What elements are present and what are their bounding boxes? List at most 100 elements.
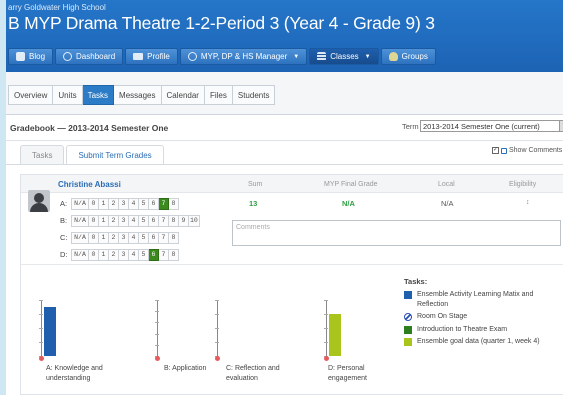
- grade-option[interactable]: 0: [89, 231, 99, 244]
- globe-icon: [187, 52, 197, 61]
- legend-item: Introduction to Theatre Exam: [404, 325, 563, 335]
- chart-tick: [39, 328, 43, 329]
- nav-blog-button[interactable]: Blog: [8, 48, 54, 65]
- grade-option[interactable]: 6: [149, 231, 159, 244]
- legend-swatch: [404, 338, 412, 346]
- criterion-label: C:: [60, 233, 68, 242]
- grid-icon: [317, 52, 327, 61]
- grade-option[interactable]: 0: [89, 214, 99, 227]
- nav-groups-button[interactable]: Groups: [380, 48, 436, 65]
- chart-tick: [155, 333, 159, 335]
- criterion-label: D:: [60, 250, 68, 259]
- comments-textarea[interactable]: Comments: [232, 220, 561, 246]
- grade-option[interactable]: 6: [149, 214, 159, 227]
- grade-option[interactable]: 2: [109, 248, 119, 261]
- grade-option[interactable]: 3: [119, 248, 129, 261]
- grade-option[interactable]: 5: [139, 214, 149, 227]
- criterion-row: C: N/A 0 1 2 3 4 5 6 7 8: [60, 231, 179, 244]
- tab-files[interactable]: Files: [204, 85, 233, 105]
- show-comments-label: Show Comments: [509, 147, 563, 154]
- grade-option[interactable]: 10: [189, 214, 200, 227]
- comment-icon: [501, 147, 507, 154]
- grade-option[interactable]: 3: [119, 231, 129, 244]
- nav-label: Classes: [330, 52, 359, 61]
- tab-overview[interactable]: Overview: [8, 85, 54, 105]
- chart-zero-marker: [155, 356, 160, 361]
- grade-option[interactable]: 4: [129, 231, 139, 244]
- checkbox-checked-icon[interactable]: ✓: [492, 147, 499, 154]
- grade-option[interactable]: 2: [109, 214, 119, 227]
- nav-dashboard-button[interactable]: Dashboard: [55, 48, 124, 65]
- grade-option[interactable]: 5: [139, 197, 149, 210]
- chart-axis: [217, 300, 218, 358]
- grade-option[interactable]: 0: [89, 197, 99, 210]
- clock-icon: [63, 52, 73, 61]
- legend-title: Tasks:: [404, 277, 428, 286]
- legend-item: Ensemble Activity Learning Matix and Ref…: [404, 290, 563, 309]
- chart-zero-marker: [39, 356, 44, 361]
- chevron-down-icon: ▼: [364, 53, 371, 60]
- tab-messages[interactable]: Messages: [114, 85, 162, 105]
- task-legend: Tasks: Ensemble Activity Learning Matix …: [404, 277, 563, 350]
- subtab-tasks[interactable]: Tasks: [20, 145, 65, 164]
- grade-option[interactable]: 3: [119, 214, 129, 227]
- grade-option[interactable]: N/A: [71, 197, 89, 210]
- grade-option[interactable]: 3: [119, 197, 129, 210]
- grade-option[interactable]: 1: [99, 214, 109, 227]
- tab-units[interactable]: Units: [53, 85, 83, 105]
- grade-option[interactable]: N/A: [71, 248, 89, 261]
- grade-option[interactable]: 7: [159, 214, 169, 227]
- tab-tasks[interactable]: Tasks: [82, 85, 115, 105]
- school-name: arry Goldwater High School: [8, 3, 106, 12]
- column-myp-final-grade: MYP Final Grade: [324, 181, 378, 188]
- grade-option[interactable]: 1: [99, 248, 109, 261]
- term-label: Term: [402, 122, 419, 131]
- chart-axis: [326, 300, 327, 358]
- legend-label: Ensemble goal data (quarter 1, week 4): [417, 338, 540, 345]
- grade-option[interactable]: N/A: [71, 214, 89, 227]
- grade-option[interactable]: 1: [99, 231, 109, 244]
- nav-profile-button[interactable]: Profile: [125, 48, 178, 65]
- nav-classes-button[interactable]: Classes ▼: [309, 48, 379, 65]
- sum-value: 13: [249, 199, 258, 208]
- term-select-value: 2013-2014 Semester One (current): [423, 121, 540, 131]
- grade-option[interactable]: 8: [169, 197, 179, 210]
- nav-manager-button[interactable]: MYP, DP & HS Manager ▼: [179, 48, 308, 65]
- grade-option[interactable]: 4: [129, 214, 139, 227]
- grade-option[interactable]: 5: [139, 248, 149, 261]
- grade-option[interactable]: N/A: [71, 231, 89, 244]
- grade-option[interactable]: 2: [109, 231, 119, 244]
- grade-option[interactable]: 4: [129, 197, 139, 210]
- chart-tick: [324, 314, 328, 315]
- grade-option[interactable]: 8: [169, 231, 179, 244]
- eligibility-sort-icon[interactable]: ↕: [526, 199, 530, 206]
- grade-option[interactable]: 7: [159, 197, 169, 210]
- legend-item: Ensemble goal data (quarter 1, week 4): [404, 337, 563, 347]
- main-nav: Blog Dashboard Profile MYP, DP & HS Mana…: [8, 48, 436, 65]
- chart-bar: [329, 314, 341, 356]
- chart-zero-marker: [324, 356, 329, 361]
- tab-students[interactable]: Students: [232, 85, 276, 105]
- legend-swatch: [404, 291, 412, 299]
- chart-tick: [324, 300, 328, 301]
- chart-tick: [215, 300, 219, 301]
- grade-option[interactable]: 9: [179, 214, 189, 227]
- grade-option[interactable]: 7: [159, 231, 169, 244]
- tab-calendar[interactable]: Calendar: [161, 85, 205, 105]
- grade-option[interactable]: 0: [89, 248, 99, 261]
- legend-label: Ensemble Activity Learning Matix and Ref…: [417, 291, 534, 308]
- chart-axis: [41, 300, 42, 358]
- grade-option[interactable]: 6: [149, 248, 159, 261]
- student-name-link[interactable]: Christine Abassi: [58, 180, 121, 189]
- grade-option[interactable]: 8: [169, 248, 179, 261]
- grade-option[interactable]: 8: [169, 214, 179, 227]
- grade-option[interactable]: 5: [139, 231, 149, 244]
- subtab-submit-term-grades[interactable]: Submit Term Grades: [66, 145, 164, 164]
- grade-option[interactable]: 4: [129, 248, 139, 261]
- show-comments-toggle[interactable]: ✓ Show Comments: [492, 147, 562, 154]
- grade-option[interactable]: 7: [159, 248, 169, 261]
- grade-option[interactable]: 1: [99, 197, 109, 210]
- grade-option[interactable]: 2: [109, 197, 119, 210]
- grade-option[interactable]: 6: [149, 197, 159, 210]
- term-select[interactable]: 2013-2014 Semester One (current) ▼: [420, 120, 563, 132]
